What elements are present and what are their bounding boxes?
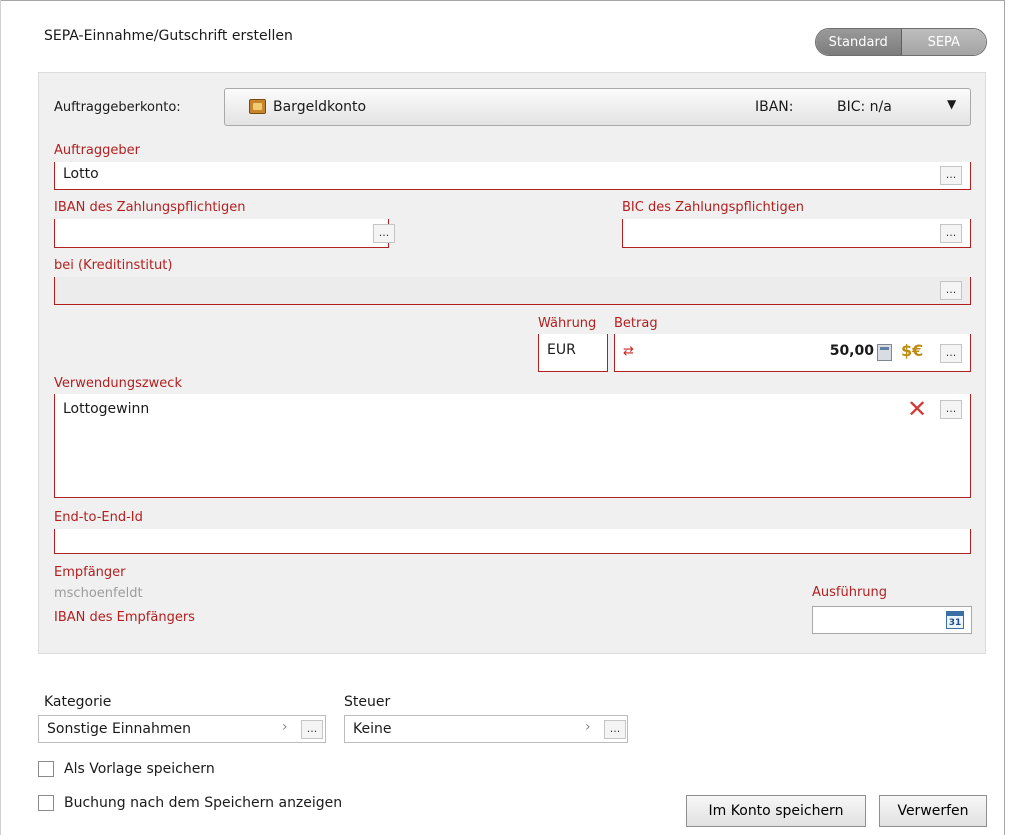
recipient-iban-label: IBAN des Empfängers	[54, 610, 195, 625]
bank-label: bei (Kreditinstitut)	[54, 258, 173, 273]
caret-down-icon: ▼	[947, 97, 957, 111]
purpose-label: Verwendungszweck	[54, 376, 182, 391]
originator-more-button[interactable]: ...	[940, 166, 962, 185]
tax-more-button[interactable]: ...	[604, 720, 626, 739]
x-delete-icon[interactable]: ✕	[907, 397, 927, 421]
category-label: Kategorie	[44, 694, 112, 710]
account-iban-label: IBAN:	[755, 99, 794, 115]
show-after-save-label: Buchung nach dem Speichern anzeigen	[64, 795, 343, 811]
currency-field[interactable]: EUR	[538, 334, 608, 372]
window-right-border	[1004, 0, 1005, 835]
dialog-title: SEPA-Einnahme/Gutschrift erstellen	[44, 28, 293, 44]
window-top-border	[0, 0, 1005, 1]
payer-iban-label: IBAN des Zahlungspflichtigen	[54, 200, 246, 215]
bank-more-button[interactable]: ...	[940, 281, 962, 300]
tax-select[interactable]: Keine › ...	[344, 715, 628, 743]
recipient-label: Empfänger	[54, 565, 126, 580]
save-in-account-button[interactable]: Im Konto speichern	[686, 795, 866, 827]
account-bic-label: BIC: n/a	[837, 99, 892, 115]
category-value: Sonstige Einnahmen	[47, 721, 192, 737]
purpose-more-button[interactable]: ...	[940, 400, 962, 419]
mode-toggle[interactable]: Standard SEPA	[815, 28, 987, 56]
payer-iban-more-button[interactable]: ...	[373, 224, 395, 243]
originator-value: Lotto	[63, 166, 99, 182]
tax-label: Steuer	[344, 694, 391, 710]
toggle-sepa[interactable]: SEPA	[901, 29, 986, 55]
swap-arrows-icon[interactable]: ⇄	[623, 345, 634, 358]
originator-field[interactable]: Lotto ...	[54, 162, 971, 190]
e2e-label: End-to-End-Id	[54, 510, 143, 525]
amount-field[interactable]: ⇄ 50,00 $€ ...	[614, 334, 971, 372]
amount-value: 50,00	[829, 343, 874, 359]
execution-label: Ausführung	[812, 585, 888, 600]
category-select[interactable]: Sonstige Einnahmen › ...	[38, 715, 326, 743]
calendar-icon[interactable]: 31	[946, 611, 964, 629]
folder-icon	[249, 99, 266, 114]
purpose-value: Lottogewinn	[63, 401, 150, 417]
save-template-checkbox[interactable]	[38, 761, 54, 777]
e2e-field[interactable]	[54, 529, 971, 554]
bank-field[interactable]: ...	[54, 277, 971, 305]
payer-bic-field[interactable]: ...	[622, 219, 971, 248]
chevron-right-icon: ›	[585, 719, 591, 735]
chevron-right-icon: ›	[282, 719, 288, 735]
originator-label: Auftraggeber	[54, 143, 140, 158]
execution-date-field[interactable]: 31	[812, 606, 972, 634]
category-more-button[interactable]: ...	[301, 720, 323, 739]
account-name: Bargeldkonto	[273, 99, 367, 115]
save-template-row[interactable]: Als Vorlage speichern	[38, 761, 215, 777]
amount-label: Betrag	[614, 316, 658, 331]
currency-label: Währung	[538, 316, 597, 331]
payer-iban-field[interactable]: ...	[54, 219, 395, 248]
payer-bic-more-button[interactable]: ...	[940, 224, 962, 243]
calculator-icon[interactable]	[877, 344, 892, 361]
payer-bic-label: BIC des Zahlungspflichtigen	[622, 200, 804, 215]
account-label: Auftraggeberkonto:	[54, 100, 181, 115]
amount-more-button[interactable]: ...	[940, 344, 962, 363]
recipient-name: mschoenfeldt	[54, 586, 143, 601]
purpose-textarea[interactable]: Lottogewinn ✕ ...	[54, 394, 971, 498]
show-after-save-checkbox[interactable]	[38, 795, 54, 811]
save-template-label: Als Vorlage speichern	[64, 761, 215, 777]
account-dropdown[interactable]: Bargeldkonto IBAN: BIC: n/a ▼	[224, 88, 971, 126]
currency-value: EUR	[547, 342, 576, 358]
currency-convert-icon[interactable]: $€	[901, 341, 923, 360]
show-after-save-row[interactable]: Buchung nach dem Speichern anzeigen	[38, 795, 342, 811]
discard-button[interactable]: Verwerfen	[879, 795, 987, 827]
window-left-border	[0, 0, 1, 835]
toggle-standard[interactable]: Standard	[816, 29, 902, 55]
tax-value: Keine	[353, 721, 392, 737]
